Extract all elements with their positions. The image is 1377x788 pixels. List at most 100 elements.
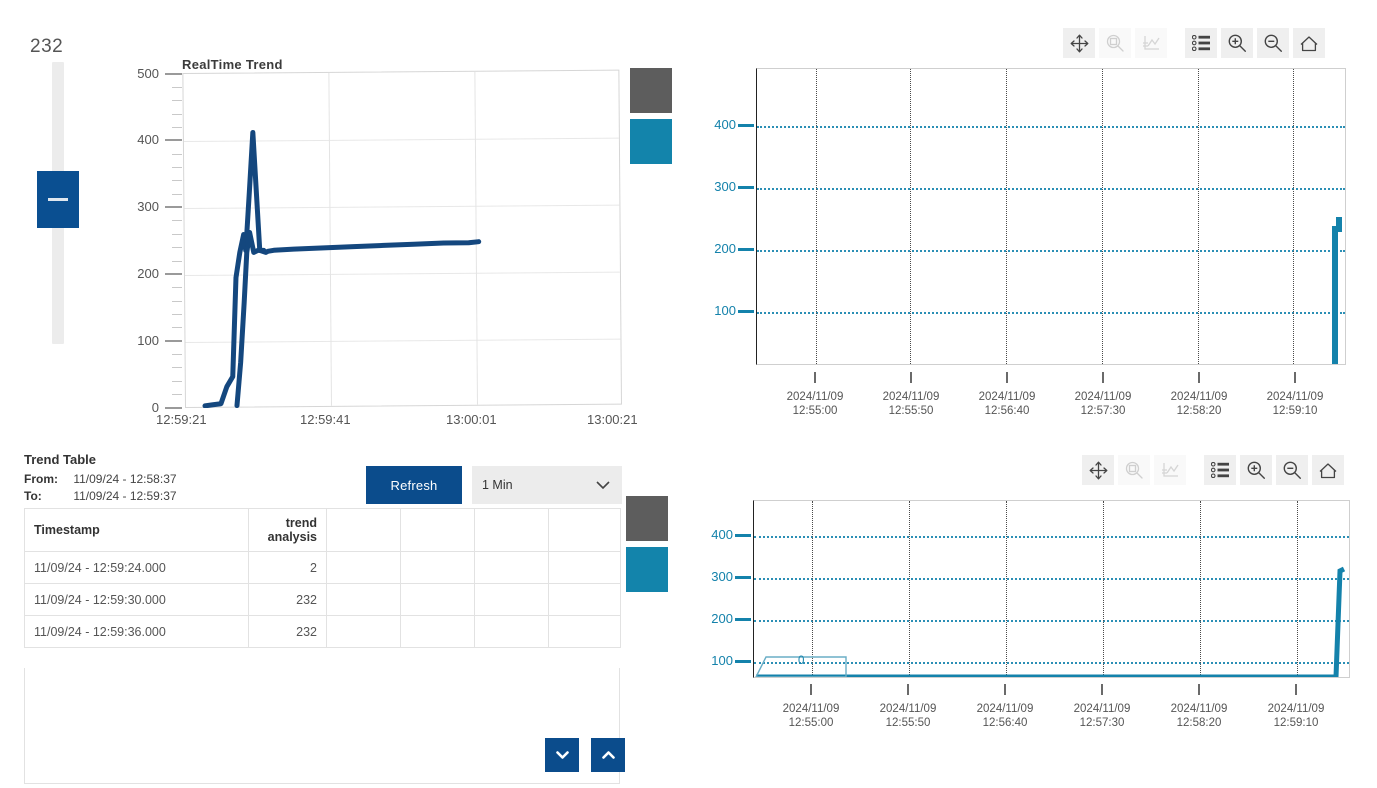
pan-icon[interactable]	[1063, 28, 1095, 58]
realtime-y-minor-tick	[172, 300, 182, 302]
realtime-y-minor-tick	[172, 126, 182, 128]
realtime-y-tick	[165, 272, 182, 275]
column-header-empty-4	[548, 508, 621, 552]
slider-handle[interactable]	[37, 171, 79, 228]
realtime-y-tick-label: 500	[137, 65, 159, 81]
realtime-y-tick-label: 300	[137, 199, 159, 215]
history-top-plot-area[interactable]	[756, 68, 1346, 365]
history-y-tick	[735, 576, 751, 579]
column-header-timestamp[interactable]: Timestamp	[24, 508, 249, 552]
legend-swatch-gray-top[interactable]	[630, 68, 672, 113]
zoom-out-icon[interactable]	[1257, 28, 1289, 58]
chart-toolbar-top	[1063, 28, 1329, 58]
history-y-tick	[738, 310, 754, 313]
realtime-y-tick	[165, 339, 182, 342]
scroll-up-button[interactable]	[591, 738, 625, 772]
history-y-tick-label: 100	[711, 653, 733, 668]
history-x-tick	[1198, 684, 1200, 695]
realtime-x-tick-3: 13:00:21	[587, 412, 638, 427]
history-top-series	[1332, 217, 1342, 364]
home-icon[interactable]	[1293, 28, 1325, 58]
realtime-y-tick-label: 0	[151, 399, 159, 415]
realtime-y-tick	[165, 406, 182, 409]
table-row[interactable]: 11/09/24 - 12:59:24.000 2	[24, 551, 621, 584]
realtime-y-minor-tick	[172, 113, 182, 115]
realtime-y-minor-tick	[172, 313, 182, 315]
history-y-tick-label: 300	[711, 569, 733, 584]
cell-empty	[548, 551, 621, 584]
table-row[interactable]: 11/09/24 - 12:59:36.000 232	[24, 615, 621, 648]
history-bottom-data-label: 0	[798, 655, 805, 667]
axis-reset-icon	[1135, 28, 1167, 58]
realtime-y-minor-tick	[172, 220, 182, 222]
history-x-tick	[1295, 684, 1297, 695]
history-x-tick-label: 2024/11/09 12:55:00	[782, 703, 840, 729]
realtime-y-minor-tick	[172, 367, 182, 369]
realtime-y-axis: 500 400 300 200 100 0	[130, 66, 185, 415]
table-header-row: Timestamp trend analysis	[24, 508, 621, 552]
value-slider[interactable]: 232	[30, 36, 90, 346]
cell-timestamp: 11/09/24 - 12:59:30.000	[24, 583, 249, 616]
realtime-y-tick-label: 400	[137, 132, 159, 148]
cell-trend-analysis: 232	[248, 615, 327, 648]
realtime-y-minor-tick	[172, 153, 182, 155]
realtime-y-minor-tick	[172, 394, 182, 396]
range-from-value: 11/09/24 - 12:58:37	[73, 472, 177, 486]
legend-swatch-gray-bottom[interactable]	[626, 496, 668, 541]
zoom-box-icon	[1099, 28, 1131, 58]
cell-empty	[400, 615, 475, 648]
history-x-tick	[1198, 372, 1200, 383]
column-header-trend-analysis[interactable]: trend analysis	[248, 508, 327, 552]
chevron-down-icon	[596, 479, 610, 493]
history-x-tick-label: 2024/11/09 12:58:20	[1170, 703, 1228, 729]
realtime-y-minor-tick	[172, 354, 182, 356]
history-x-tick	[1294, 372, 1296, 383]
table-empty-area	[24, 668, 620, 784]
cell-empty	[400, 551, 475, 584]
history-chart-top: 400 300 200 100 2024/11/09 12:55:00 2024/11/0…	[700, 60, 1360, 420]
history-y-tick	[735, 618, 751, 621]
refresh-button[interactable]: Refresh	[366, 466, 462, 504]
history-x-tick	[1101, 684, 1103, 695]
scroll-down-button[interactable]	[545, 738, 579, 772]
history-x-tick	[1006, 372, 1008, 383]
history-bottom-series	[755, 566, 1346, 677]
realtime-y-minor-tick	[172, 233, 182, 235]
slider-value-label: 232	[30, 36, 64, 57]
history-x-tick-label: 2024/11/09 12:55:00	[786, 391, 844, 417]
history-x-tick-label: 2024/11/09 12:55:50	[879, 703, 937, 729]
realtime-y-minor-tick	[172, 327, 182, 329]
realtime-y-minor-tick	[172, 86, 182, 88]
realtime-y-minor-tick	[172, 380, 182, 382]
history-x-tick-label: 2024/11/09 12:59:10	[1267, 703, 1325, 729]
cell-empty	[548, 583, 621, 616]
cell-timestamp: 11/09/24 - 12:59:36.000	[24, 615, 249, 648]
cell-timestamp: 11/09/24 - 12:59:24.000	[24, 551, 249, 584]
history-y-tick-label: 100	[714, 303, 736, 318]
legend-swatch-teal-top[interactable]	[630, 119, 672, 164]
realtime-plot-area	[182, 69, 622, 408]
history-x-tick-label: 2024/11/09 12:56:40	[978, 391, 1036, 417]
history-x-tick-label: 2024/11/09 12:56:40	[976, 703, 1034, 729]
cell-empty	[474, 615, 549, 648]
app-root: 232 RealTime Trend 500 400 300 200 100 0 12:5…	[0, 0, 1377, 788]
trend-table-controls: Refresh 1 Min	[366, 466, 622, 504]
chevron-up-icon	[601, 750, 615, 759]
history-y-tick-label: 200	[711, 611, 733, 626]
interval-dropdown[interactable]: 1 Min	[472, 466, 622, 504]
history-bottom-plot-area[interactable]: 0	[753, 500, 1350, 678]
legend-swatch-teal-bottom[interactable]	[626, 547, 668, 592]
history-x-tick	[910, 372, 912, 383]
chevron-down-icon	[555, 750, 569, 759]
history-x-tick-label: 2024/11/09 12:58:20	[1170, 391, 1228, 417]
zoom-in-icon[interactable]	[1221, 28, 1253, 58]
legend-list-icon[interactable]	[1185, 28, 1217, 58]
history-y-tick-label: 300	[714, 179, 736, 194]
realtime-y-minor-tick	[172, 100, 182, 102]
history-x-tick	[1102, 372, 1104, 383]
table-row[interactable]: 11/09/24 - 12:59:30.000 232	[24, 583, 621, 616]
realtime-y-minor-tick	[172, 260, 182, 262]
cell-empty	[474, 583, 549, 616]
history-y-tick	[738, 124, 754, 127]
history-y-tick	[738, 248, 754, 251]
